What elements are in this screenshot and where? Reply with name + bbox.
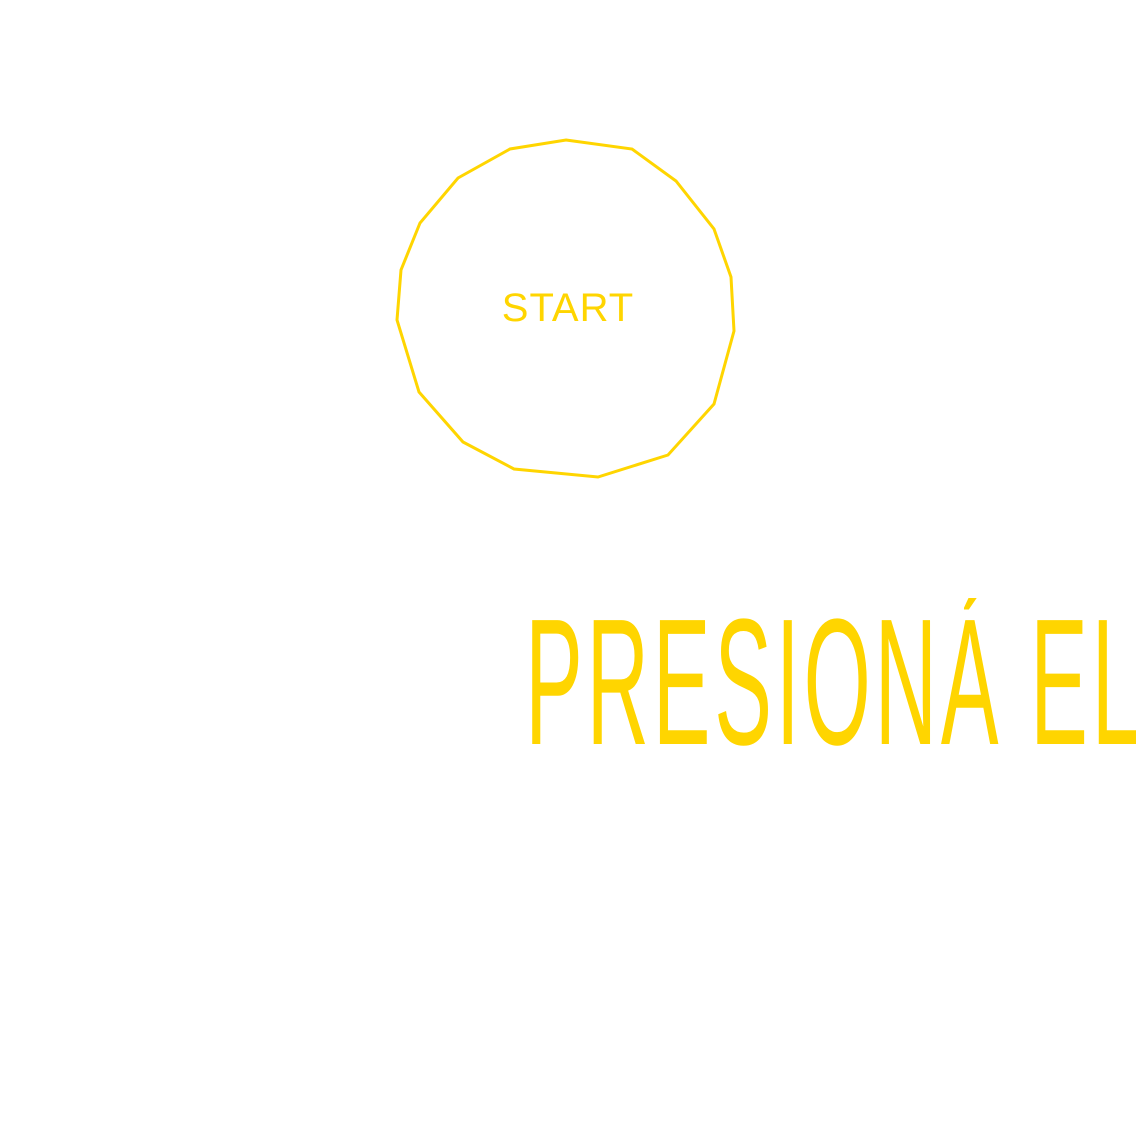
start-label: START	[501, 286, 635, 330]
headline: PRESIONÁ EL BOTÓN	[0, 598, 1136, 768]
start-button[interactable]: START	[390, 132, 746, 488]
page: START PRESIONÁ EL BOTÓN	[0, 0, 1136, 1136]
headline-text: PRESIONÁ EL BOTÓN	[525, 598, 1136, 768]
